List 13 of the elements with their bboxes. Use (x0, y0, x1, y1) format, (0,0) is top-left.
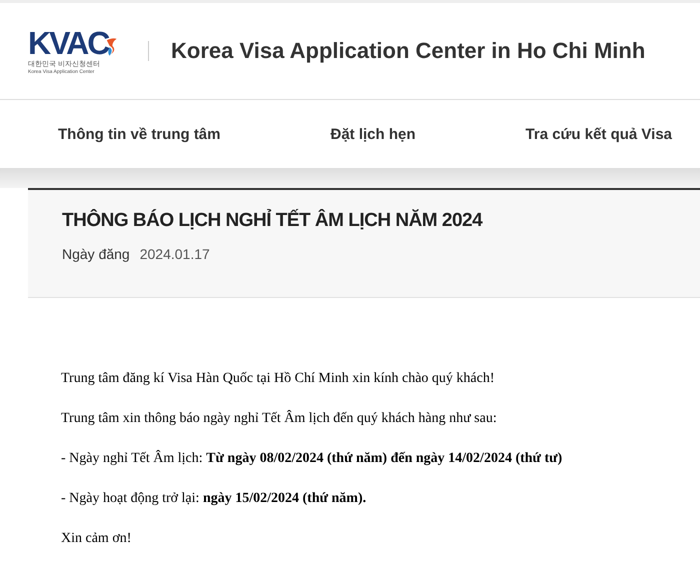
post-date: 2024.01.17 (140, 246, 210, 262)
paragraph: - Ngày nghỉ Tết Âm lịch: Từ ngày 08/02/2024 (thứ năm) đến ngày 14/02/2024 (thứ tư) (61, 450, 564, 468)
nav-link[interactable]: Đặt lịch hẹn (330, 126, 416, 142)
nav-link[interactable]: Thông tin về trung tâm (58, 126, 220, 142)
paragraph: Trung tâm xin thông báo ngày nghỉ Tết Âm lịch đến quý khách hàng như sau: (61, 410, 498, 428)
site-title: Korea Visa Application Center in Ho Chi Minh (171, 38, 646, 64)
paragraph: - Ngày hoạt động trở lại: ngày 15/02/2024 (thứ năm). (61, 490, 368, 508)
paragraph: Xin cảm ơn! (61, 530, 132, 548)
logo-mark: KVAC (28, 26, 108, 60)
nav-link[interactable]: Tra cứu kết quả Visa (526, 126, 672, 142)
notice-title: THÔNG BÁO LỊCH NGHỈ TẾT ÂM LỊCH NĂM 2024 (62, 210, 484, 232)
date-label: Ngày đăng (62, 246, 130, 262)
paragraph: Trung tâm đăng kí Visa Hàn Quốc tại Hồ Chí Minh xin kính chào quý khách! (61, 370, 496, 388)
